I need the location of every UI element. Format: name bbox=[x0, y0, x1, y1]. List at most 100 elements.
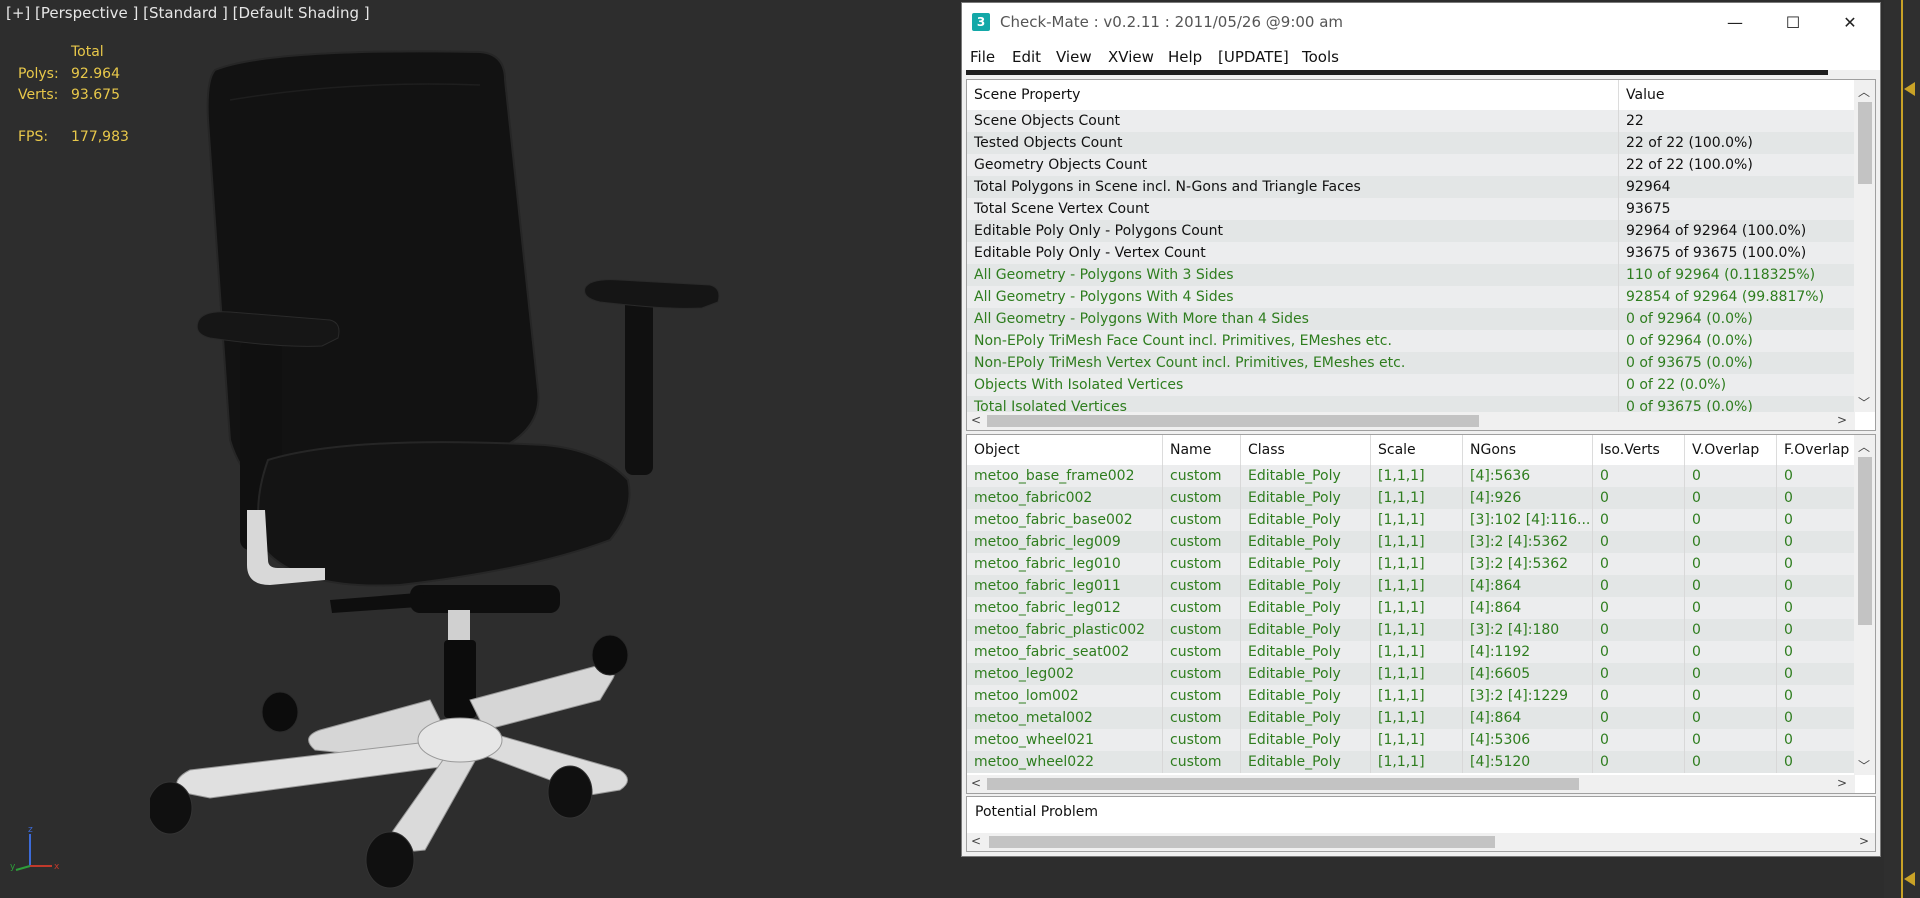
header-scale[interactable]: Scale bbox=[1371, 435, 1463, 465]
object-table-row[interactable]: metoo_wheel022 custom Editable_Poly [1,1,1]… bbox=[967, 751, 1855, 773]
object-table-row[interactable]: metoo_fabric002 custom Editable_Poly [1,1,1… bbox=[967, 487, 1855, 509]
timeline-key-marker-icon[interactable] bbox=[1904, 872, 1915, 886]
menu-update[interactable]: [UPDATE] bbox=[1218, 48, 1289, 66]
scene-property-cell: All Geometry - Polygons With 3 Sides bbox=[967, 264, 1619, 286]
name-cell: custom bbox=[1163, 751, 1241, 773]
scroll-right-icon[interactable]: > bbox=[1833, 776, 1851, 790]
scene-property-cell: Non-EPoly TriMesh Vertex Count incl. Pri… bbox=[967, 352, 1619, 374]
timeline-key-marker-icon[interactable] bbox=[1904, 82, 1915, 96]
scene-table-row[interactable]: Total Scene Vertex Count 93675 bbox=[967, 198, 1855, 220]
object-table-row[interactable]: metoo_fabric_leg011 custom Editable_Poly [1… bbox=[967, 575, 1855, 597]
iso-verts-cell: 0 bbox=[1593, 641, 1685, 663]
scroll-left-icon[interactable]: < bbox=[967, 413, 985, 427]
scroll-down-icon[interactable]: ﹀ bbox=[1855, 757, 1873, 774]
problem-horizontal-scrollbar[interactable]: < > bbox=[967, 833, 1875, 851]
scene-vscroll-thumb[interactable] bbox=[1858, 102, 1872, 184]
scale-cell: [1,1,1] bbox=[1371, 663, 1463, 685]
scene-table-row[interactable]: All Geometry - Polygons With 3 Sides 110 … bbox=[967, 264, 1855, 286]
object-vscroll-thumb[interactable] bbox=[1858, 457, 1872, 625]
v-overlap-cell: 0 bbox=[1685, 531, 1777, 553]
iso-verts-cell: 0 bbox=[1593, 531, 1685, 553]
object-vertical-scrollbar[interactable]: ︿ ﹀ bbox=[1854, 435, 1875, 775]
scene-table-row[interactable]: Objects With Isolated Vertices 0 of 22 (0… bbox=[967, 374, 1855, 396]
maximize-button[interactable]: ☐ bbox=[1763, 3, 1823, 42]
scene-table-row[interactable]: Non-EPoly TriMesh Face Count incl. Primi… bbox=[967, 330, 1855, 352]
object-horizontal-scrollbar[interactable]: < > bbox=[967, 775, 1855, 793]
minimize-button[interactable]: — bbox=[1705, 3, 1765, 42]
menu-view[interactable]: View bbox=[1056, 48, 1092, 66]
menu-file[interactable]: File bbox=[970, 48, 995, 66]
class-cell: Editable_Poly bbox=[1241, 575, 1371, 597]
object-cell: metoo_leg002 bbox=[967, 663, 1163, 685]
class-cell: Editable_Poly bbox=[1241, 729, 1371, 751]
header-f-overlap[interactable]: F.Overlap bbox=[1777, 435, 1855, 465]
iso-verts-cell: 0 bbox=[1593, 707, 1685, 729]
object-table-row[interactable]: metoo_wheel021 custom Editable_Poly [1,1,1]… bbox=[967, 729, 1855, 751]
scale-cell: [1,1,1] bbox=[1371, 619, 1463, 641]
object-hscroll-thumb[interactable] bbox=[987, 778, 1579, 790]
header-iso-verts[interactable]: Iso.Verts bbox=[1593, 435, 1685, 465]
object-cell: metoo_fabric_leg009 bbox=[967, 531, 1163, 553]
stats-polys-label: Polys: bbox=[18, 66, 59, 82]
scene-value-cell: 22 of 22 (100.0%) bbox=[1626, 157, 1753, 173]
menu-xview[interactable]: XView bbox=[1108, 48, 1154, 66]
object-table-row[interactable]: metoo_leg002 custom Editable_Poly [1,1,1] [4… bbox=[967, 663, 1855, 685]
scroll-up-icon[interactable]: ︿ bbox=[1855, 83, 1873, 100]
object-table-row[interactable]: metoo_metal002 custom Editable_Poly [1,1,1]… bbox=[967, 707, 1855, 729]
scene-horizontal-scrollbar[interactable]: < > bbox=[967, 412, 1855, 430]
problem-hscroll-thumb[interactable] bbox=[989, 836, 1495, 848]
object-table-row[interactable]: metoo_fabric_seat002 custom Editable_Poly[… bbox=[967, 641, 1855, 663]
scene-value-cell: 22 bbox=[1626, 113, 1644, 129]
timeline-strip[interactable] bbox=[1884, 0, 1920, 898]
scene-hscroll-thumb[interactable] bbox=[987, 415, 1479, 427]
object-table-row[interactable]: metoo_base_frame002 custom Editable_Poly [1… bbox=[967, 465, 1855, 487]
title-bar[interactable]: 3 Check-Mate : v0.2.11 : 2011/05/26 @9:0… bbox=[962, 3, 1880, 42]
scene-table-row[interactable]: All Geometry - Polygons With More than 4… bbox=[967, 308, 1855, 330]
header-object[interactable]: Object bbox=[967, 435, 1163, 465]
scroll-up-icon[interactable]: ︿ bbox=[1855, 438, 1873, 455]
header-name[interactable]: Name bbox=[1163, 435, 1241, 465]
object-table-row[interactable]: metoo_fabric_base002 custom Editable_Poly[… bbox=[967, 509, 1855, 531]
header-scene-property[interactable]: Scene Property bbox=[967, 80, 1619, 110]
scene-table-row[interactable]: Scene Objects Count 22 bbox=[967, 110, 1855, 132]
header-class[interactable]: Class bbox=[1241, 435, 1371, 465]
scene-table-row[interactable]: Tested Objects Count 22 of 22 (100.0%) bbox=[967, 132, 1855, 154]
scroll-right-icon[interactable]: > bbox=[1833, 413, 1851, 427]
checkmate-window[interactable]: 3 Check-Mate : v0.2.11 : 2011/05/26 @9:0… bbox=[961, 2, 1881, 857]
scene-table-row[interactable]: Geometry Objects Count 22 of 22 (100.0%) bbox=[967, 154, 1855, 176]
header-value[interactable]: Value bbox=[1619, 80, 1855, 110]
class-cell: Editable_Poly bbox=[1241, 751, 1371, 773]
scroll-down-icon[interactable]: ﹀ bbox=[1855, 394, 1873, 411]
ngons-cell: [4]:926 bbox=[1463, 487, 1593, 509]
scene-table-row[interactable]: Total Polygons in Scene incl. N-Gons and… bbox=[967, 176, 1855, 198]
object-table-row[interactable]: metoo_fabric_leg012 custom Editable_Poly [1… bbox=[967, 597, 1855, 619]
scroll-right-icon[interactable]: > bbox=[1855, 834, 1873, 848]
scroll-left-icon[interactable]: < bbox=[967, 834, 985, 848]
object-table-row[interactable]: metoo_fabric_leg010 custom Editable_Poly [1… bbox=[967, 553, 1855, 575]
menu-help[interactable]: Help bbox=[1168, 48, 1202, 66]
scene-table-row[interactable]: Editable Poly Only - Vertex Count 93675 o… bbox=[967, 242, 1855, 264]
class-cell: Editable_Poly bbox=[1241, 509, 1371, 531]
scene-table-row[interactable]: Non-EPoly TriMesh Vertex Count incl. Pri… bbox=[967, 352, 1855, 374]
scene-value-cell: 110 of 92964 (0.118325%) bbox=[1626, 267, 1816, 283]
menu-edit[interactable]: Edit bbox=[1012, 48, 1041, 66]
scene-value-cell: 0 of 92964 (0.0%) bbox=[1626, 333, 1753, 349]
scene-table-row[interactable]: Editable Poly Only - Polygons Count 92964… bbox=[967, 220, 1855, 242]
menu-tools[interactable]: Tools bbox=[1302, 48, 1339, 66]
name-cell: custom bbox=[1163, 509, 1241, 531]
scene-value-cell: 93675 of 93675 (100.0%) bbox=[1626, 245, 1807, 261]
scene-table-row[interactable]: All Geometry - Polygons With 4 Sides 9285… bbox=[967, 286, 1855, 308]
object-table-row[interactable]: metoo_fabric_leg009 custom Editable_Poly [1… bbox=[967, 531, 1855, 553]
header-v-overlap[interactable]: V.Overlap bbox=[1685, 435, 1777, 465]
close-button[interactable]: ✕ bbox=[1820, 3, 1880, 42]
scene-vertical-scrollbar[interactable]: ︿ ﹀ bbox=[1854, 80, 1875, 412]
object-table-row[interactable]: metoo_lom002 custom Editable_Poly [1,1,1] [3… bbox=[967, 685, 1855, 707]
ngons-cell: [4]:5120 bbox=[1463, 751, 1593, 773]
f-overlap-cell: 0 bbox=[1784, 512, 1793, 528]
viewport-label[interactable]: [+] [Perspective ] [Standard ] [Default … bbox=[6, 4, 370, 22]
object-cell: metoo_fabric_leg012 bbox=[967, 597, 1163, 619]
header-ngons[interactable]: NGons bbox=[1463, 435, 1593, 465]
scroll-left-icon[interactable]: < bbox=[967, 776, 985, 790]
object-table-row[interactable]: metoo_fabric_plastic002 custom Editable_Po… bbox=[967, 619, 1855, 641]
scene-value-cell: 0 of 92964 (0.0%) bbox=[1626, 311, 1753, 327]
